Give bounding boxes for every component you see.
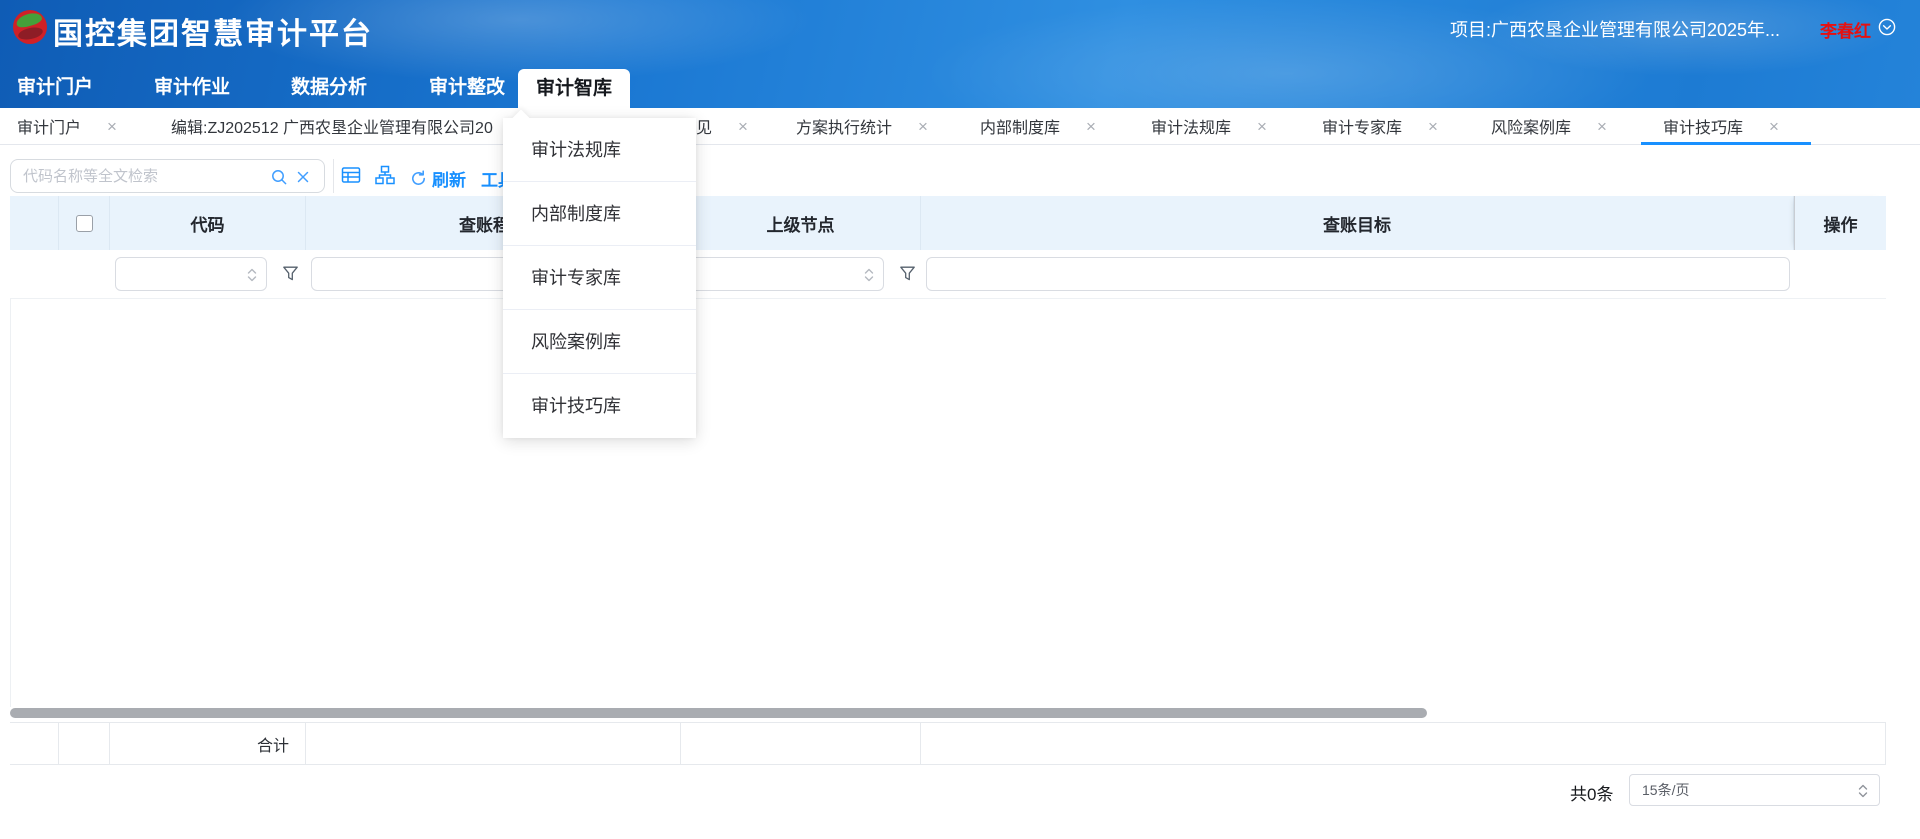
menu-item-internal-policy-lib[interactable]: 内部制度库 <box>503 182 696 246</box>
refresh-icon <box>410 170 427 187</box>
tab-plan-exec-stats[interactable]: 方案执行统计 × <box>796 108 928 144</box>
tab-label: 审计法规库 <box>1151 114 1231 138</box>
tab-internal-policy-lib[interactable]: 内部制度库 × <box>980 108 1096 144</box>
code-filter-select[interactable] <box>115 257 267 291</box>
table-body-empty <box>10 299 1886 707</box>
tab-label: 审计技巧库 <box>1663 114 1743 138</box>
close-tab-icon[interactable]: × <box>738 118 748 135</box>
chevron-down-circle-icon[interactable] <box>1878 18 1896 36</box>
summary-cell <box>921 723 1886 764</box>
tab-label: 内部制度库 <box>980 114 1060 138</box>
refresh-label: 刷新 <box>432 166 466 191</box>
menu-item-audit-expert-lib[interactable]: 审计专家库 <box>503 246 696 310</box>
table-header-row: 代码 查账程序 上级节点 查账目标 操作 <box>10 196 1886 250</box>
page-size-value: 15条/页 <box>1642 780 1689 800</box>
summary-cell <box>681 723 921 764</box>
tab-edit-project[interactable]: 编辑:ZJ202512 广西农垦企业管理有限公司20 × <box>171 108 529 144</box>
summary-cell <box>59 723 110 764</box>
toolbar-divider <box>333 159 334 193</box>
menu-item-audit-law-lib[interactable]: 审计法规库 <box>503 118 696 182</box>
nav-item-audit-work[interactable]: 审计作业 <box>154 72 230 99</box>
audit-target-filter-input[interactable] <box>926 257 1790 291</box>
search-input[interactable] <box>23 161 253 191</box>
tab-label: 风险案例库 <box>1491 114 1571 138</box>
tab-label: 编辑:ZJ202512 广西农垦企业管理有限公司20 <box>171 114 493 138</box>
code-filter-funnel-icon[interactable] <box>282 265 299 282</box>
close-tab-icon[interactable]: × <box>1597 118 1607 135</box>
table-view-icon[interactable] <box>341 165 361 185</box>
close-tab-icon[interactable]: × <box>1086 118 1096 135</box>
tab-risk-case-lib[interactable]: 风险案例库 × <box>1491 108 1607 144</box>
select-stepper-icon <box>245 266 259 284</box>
select-stepper-icon <box>862 266 876 284</box>
col-code: 代码 <box>110 196 306 250</box>
menu-item-risk-case-lib[interactable]: 风险案例库 <box>503 310 696 374</box>
page: 国控集团智慧审计平台 项目:广西农垦企业管理有限公司2025年... 李春红 审… <box>0 0 1920 839</box>
tab-label: 方案执行统计 <box>796 114 892 138</box>
audit-knowledge-dropdown-menu: 审计法规库 内部制度库 审计专家库 风险案例库 审计技巧库 <box>503 118 696 438</box>
tab-audit-law-lib[interactable]: 审计法规库 × <box>1151 108 1267 144</box>
parent-node-filter-select[interactable] <box>686 257 884 291</box>
company-logo-icon <box>13 10 47 44</box>
summary-row: 合计 <box>10 722 1886 765</box>
summary-cell <box>306 723 681 764</box>
nav-item-audit-rectify[interactable]: 审计整改 <box>429 72 505 99</box>
tab-audit-expert-lib[interactable]: 审计专家库 × <box>1322 108 1438 144</box>
page-size-select[interactable]: 15条/页 <box>1629 774 1880 806</box>
menu-item-audit-skill-lib[interactable]: 审计技巧库 <box>503 374 696 438</box>
summary-cell <box>10 723 59 764</box>
select-stepper-icon <box>1856 782 1870 800</box>
nav-item-audit-portal[interactable]: 审计门户 <box>17 72 93 99</box>
col-select-all <box>59 196 110 250</box>
nav-item-data-analysis[interactable]: 数据分析 <box>291 72 367 99</box>
tree-view-icon[interactable] <box>375 165 395 185</box>
search-box[interactable] <box>10 159 325 193</box>
current-project-label: 项目:广西农垦企业管理有限公司2025年... <box>1450 16 1780 42</box>
total-count-label: 共0条 <box>1570 780 1613 805</box>
user-name[interactable]: 李春红 <box>1820 17 1871 42</box>
app-title: 国控集团智慧审计平台 <box>53 9 373 53</box>
tab-label: 审计门户 <box>17 114 81 138</box>
horizontal-scrollbar[interactable] <box>10 708 1427 718</box>
table-filter-row <box>10 250 1886 299</box>
close-tab-icon[interactable]: × <box>1428 118 1438 135</box>
close-tab-icon[interactable]: × <box>107 118 117 135</box>
tab-audit-portal[interactable]: 审计门户 × <box>17 108 117 144</box>
col-parent-node: 上级节点 <box>681 196 921 250</box>
parent-node-filter-funnel-icon[interactable] <box>899 265 916 282</box>
tab-audit-skill-lib-active[interactable]: 审计技巧库 × <box>1663 108 1779 144</box>
tab-label: 审计专家库 <box>1322 114 1402 138</box>
close-tab-icon[interactable]: × <box>1769 118 1779 135</box>
clear-search-icon[interactable] <box>294 168 312 186</box>
select-all-checkbox[interactable] <box>76 215 93 232</box>
summary-total-label: 合计 <box>110 723 306 764</box>
refresh-button[interactable]: 刷新 <box>410 166 466 191</box>
open-tabs-bar: 审计门户 × 编辑:ZJ202512 广西农垦企业管理有限公司20 × 审核审计… <box>0 108 1920 145</box>
col-row-indicator <box>10 196 59 250</box>
col-audit-target: 查账目标 <box>921 196 1794 250</box>
close-tab-icon[interactable]: × <box>1257 118 1267 135</box>
close-tab-icon[interactable]: × <box>918 118 928 135</box>
search-icon[interactable] <box>270 168 288 186</box>
table-toolbar: 刷新 工具 <box>0 145 1920 196</box>
col-actions: 操作 <box>1794 196 1886 250</box>
nav-item-audit-knowledge-active[interactable]: 审计智库 <box>518 69 630 108</box>
